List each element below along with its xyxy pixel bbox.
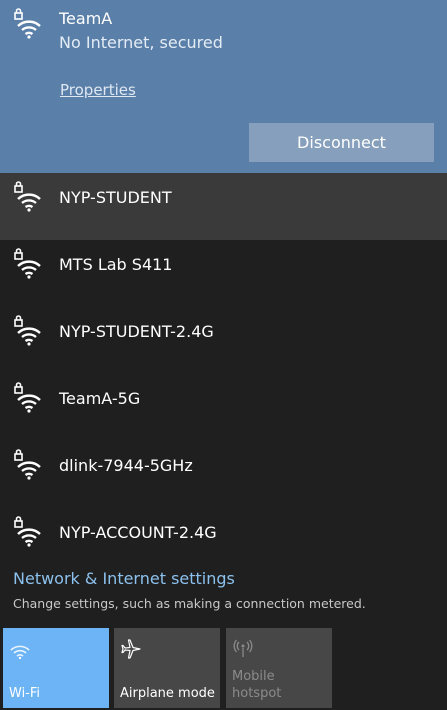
network-item[interactable]: dlink-7944-5GHz: [0, 441, 447, 508]
network-name: NYP-STUDENT-2.4G: [59, 322, 214, 341]
secured-wifi-icon: [14, 181, 41, 212]
hotspot-icon: [233, 639, 253, 657]
network-item[interactable]: NYP-STUDENT: [0, 173, 447, 240]
network-name: TeamA-5G: [59, 389, 141, 408]
connected-network-panel[interactable]: TeamA No Internet, secured Properties Di…: [0, 0, 447, 173]
network-item[interactable]: TeamA-5G: [0, 374, 447, 441]
network-name: MTS Lab S411: [59, 255, 173, 274]
airplane-icon: [121, 639, 141, 659]
airplane-tile-label: Airplane mode: [120, 686, 215, 701]
hotspot-label-line1: Mobile: [232, 669, 275, 684]
properties-link[interactable]: Properties: [60, 80, 136, 100]
network-settings-link[interactable]: Network & Internet settings: [13, 569, 235, 588]
hotspot-label-line2: hotspot: [232, 686, 282, 701]
secured-wifi-icon: [14, 8, 41, 39]
mobile-hotspot-tile[interactable]: Mobile hotspot: [226, 628, 332, 708]
wifi-tile-label: Wi-Fi: [9, 686, 41, 701]
network-name: NYP-STUDENT: [59, 188, 172, 207]
secured-wifi-icon: [14, 248, 41, 279]
network-name: dlink-7944-5GHz: [59, 456, 193, 475]
wifi-icon: [10, 645, 30, 660]
network-settings-section: Network & Internet settings Change setti…: [0, 560, 447, 622]
network-name: NYP-ACCOUNT-2.4G: [59, 523, 217, 542]
secured-wifi-icon: [14, 315, 41, 346]
secured-wifi-icon: [14, 382, 41, 413]
wifi-toggle-tile[interactable]: Wi-Fi: [3, 628, 109, 708]
disconnect-button[interactable]: Disconnect: [249, 123, 434, 162]
hotspot-tile-label: Mobile hotspot: [232, 668, 281, 702]
connection-status: No Internet, secured: [59, 33, 223, 52]
secured-wifi-icon: [14, 449, 41, 480]
network-list: NYP-STUDENT MTS Lab S411 NYP-STUDENT-2.4…: [0, 173, 447, 575]
airplane-mode-tile[interactable]: Airplane mode: [114, 628, 220, 708]
network-item[interactable]: MTS Lab S411: [0, 240, 447, 307]
network-settings-description: Change settings, such as making a connec…: [13, 596, 366, 611]
network-item[interactable]: NYP-STUDENT-2.4G: [0, 307, 447, 374]
secured-wifi-icon: [14, 516, 41, 547]
connected-network-name: TeamA: [59, 9, 113, 28]
